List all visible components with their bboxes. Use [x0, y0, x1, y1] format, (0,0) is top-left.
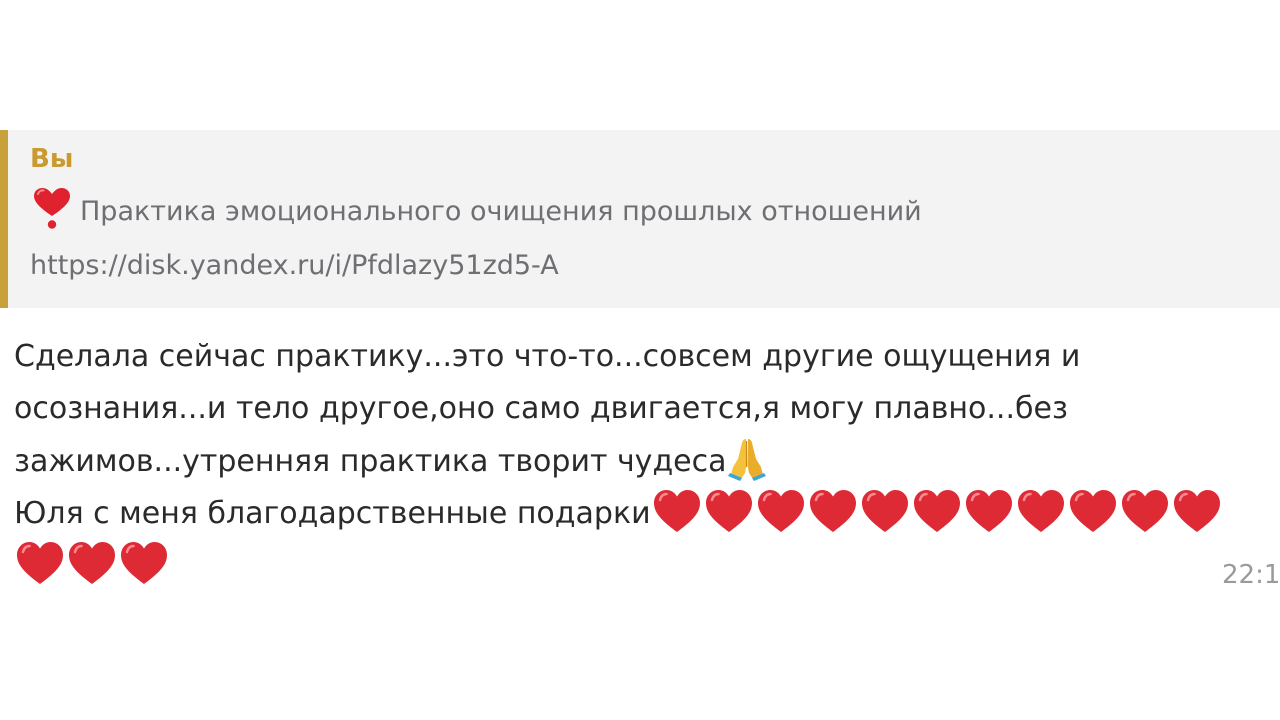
reply-link[interactable]: https://disk.yandex.ru/i/Pfdlazy51zd5-A [30, 246, 559, 286]
folded-hands-icon [727, 435, 767, 481]
message-line-3: зажимов...утренняя практика творит чудес… [14, 435, 1264, 487]
red-heart-icon [1067, 487, 1119, 535]
message-line-4: Юля с меня благодарственные подарки [14, 487, 1264, 539]
red-heart-icon [703, 487, 755, 535]
red-heart-icon [911, 487, 963, 535]
hearts-row-1 [651, 490, 1223, 532]
red-heart-icon [807, 487, 859, 535]
reply-title: Практика эмоционального очищения прошлых… [30, 186, 922, 232]
message-line-4-text: Юля с меня благодарственные подарки [14, 496, 651, 531]
red-heart-icon [14, 539, 66, 587]
message-line-5 [14, 539, 1264, 591]
message-line-1: Сделала сейчас практику...это что-то...с… [14, 339, 1081, 374]
red-heart-icon [1015, 487, 1067, 535]
heavy-heart-exclamation-icon [30, 186, 74, 230]
chat-message: Вы Практика эмоционального очищения прош… [0, 0, 1280, 720]
hearts-row-2 [14, 542, 170, 584]
red-heart-icon [1119, 487, 1171, 535]
red-heart-icon [1171, 487, 1223, 535]
message-line-2: осознания...и тело другое,оно само двига… [14, 391, 1068, 426]
red-heart-icon [755, 487, 807, 535]
red-heart-icon [963, 487, 1015, 535]
red-heart-icon [859, 487, 911, 535]
message-line-3-text: зажимов...утренняя практика творит чудес… [14, 444, 727, 479]
red-heart-icon [651, 487, 703, 535]
red-heart-icon [66, 539, 118, 587]
reply-author: Вы [30, 144, 74, 174]
red-heart-icon [118, 539, 170, 587]
reply-title-text: Практика эмоционального очищения прошлых… [80, 196, 922, 227]
message-timestamp: 22:11 [1222, 560, 1280, 590]
message-body: Сделала сейчас практику...это что-то...с… [14, 331, 1264, 591]
reply-accent-bar [0, 130, 8, 308]
